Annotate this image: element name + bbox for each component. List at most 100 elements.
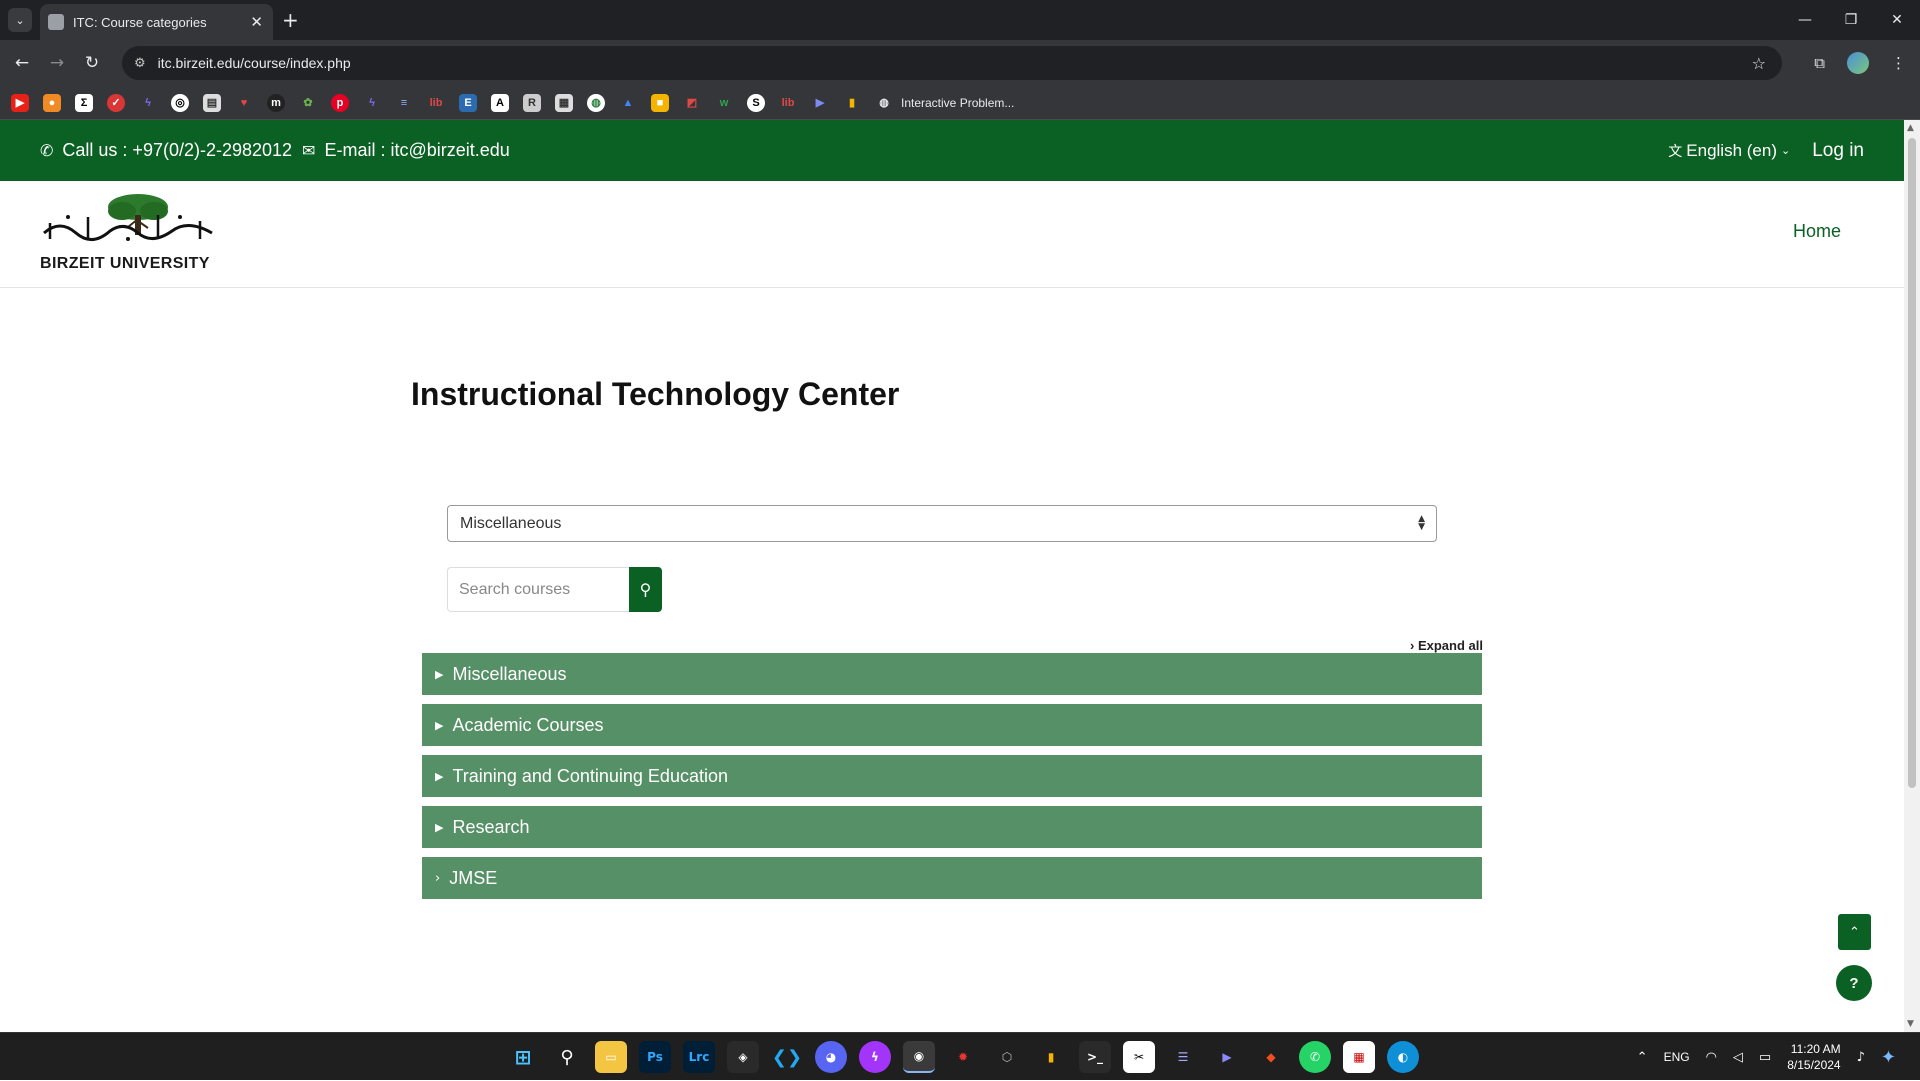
copilot-icon[interactable]: ✦ [1881,1047,1896,1068]
globe-green-bookmark-icon[interactable]: ◍ [587,93,605,112]
tab-search-dropdown-icon[interactable]: ⌄ [8,8,32,32]
wifi-icon[interactable]: ◠ [1706,1050,1717,1065]
davinci-icon[interactable]: ◈ [727,1041,759,1073]
s-bookmark-icon[interactable]: S [747,93,765,112]
language-indicator[interactable]: ENG [1664,1050,1690,1064]
extensions-icon[interactable]: ⧉ [1814,54,1825,72]
globe-bookmark-icon[interactable]: ◍ [875,93,893,112]
doc-bookmark-icon[interactable]: ▤ [203,93,221,112]
grid-bookmark-icon[interactable]: ▦ [555,93,573,112]
search-button[interactable]: ⚲ [629,567,662,612]
app-red-icon[interactable]: ▦ [1343,1041,1375,1073]
category-item[interactable]: ▶ Miscellaneous [422,653,1482,695]
profile-avatar[interactable] [1847,52,1869,74]
capcut-icon[interactable]: ✂ [1123,1041,1155,1073]
pinterest-bookmark-icon[interactable]: p [331,93,349,112]
site-info-icon[interactable]: ⚙ [134,56,146,71]
tray-chevron-up-icon[interactable]: ⌃ [1637,1050,1648,1065]
volume-icon[interactable]: ◁ [1733,1050,1743,1065]
search-taskbar-icon[interactable]: ⚲ [551,1041,583,1073]
triangle-bookmark-icon[interactable]: ▲ [619,93,637,112]
notes-icon[interactable]: ▮ [1035,1041,1067,1073]
medium-bookmark-icon[interactable]: m [267,93,285,112]
language-menu[interactable]: 文 English (en) ⌄ [1668,141,1790,161]
app-lines-icon[interactable]: ☰ [1167,1041,1199,1073]
address-bar[interactable]: ⚙ itc.birzeit.edu/course/index.php ☆ [122,46,1782,80]
play-bookmark-icon[interactable]: ▶ [811,93,829,112]
lightroom-icon[interactable]: Lrc [683,1041,715,1073]
new-tab-icon[interactable]: + [282,8,299,32]
chart-bookmark-icon[interactable]: ▮ [843,93,861,112]
openai-bookmark-icon[interactable]: ◎ [171,93,189,112]
windows-start-icon[interactable]: ⊞ [507,1041,539,1073]
app-play-icon[interactable]: ▶ [1211,1041,1243,1073]
category-item[interactable]: › JMSE [422,857,1482,899]
bolt-bookmark-icon[interactable]: ϟ [139,93,157,112]
e-bookmark-icon[interactable]: E [459,93,477,112]
file-explorer-icon[interactable]: ▭ [595,1041,627,1073]
lib2-bookmark-icon[interactable]: lib [779,93,797,112]
nav-home-link[interactable]: Home [1793,221,1841,242]
bookmark-label[interactable]: Interactive Problem... [901,96,1014,110]
scrollbar-thumb[interactable] [1908,138,1916,788]
url-text[interactable]: itc.birzeit.edu/course/index.php [158,55,351,71]
login-link[interactable]: Log in [1812,140,1864,162]
category-label: Research [452,816,530,837]
forward-icon[interactable]: → [45,51,69,75]
university-logo[interactable]: BIRZEIT UNIVERSITY [40,193,220,275]
scroll-down-icon[interactable]: ▼ [1907,1019,1914,1029]
search-courses-input[interactable]: Search courses [447,567,629,612]
help-button[interactable]: ? [1836,965,1872,1001]
battery-icon[interactable]: ▭ [1759,1050,1771,1065]
clock[interactable]: 11:20 AM 8/15/2024 [1787,1041,1840,1073]
a-bookmark-icon[interactable]: A [491,93,509,112]
fire-bookmark-icon[interactable]: ● [43,93,61,112]
vscode-icon[interactable]: ❮❯ [771,1041,803,1073]
sigma-bookmark-icon[interactable]: Σ [75,93,93,112]
messenger-icon[interactable]: ϟ [859,1041,891,1073]
close-window-icon[interactable]: ✕ [1874,0,1920,40]
expand-all-link[interactable]: › Expand all [1410,638,1483,653]
bolt2-bookmark-icon[interactable]: ϟ [363,93,381,112]
category-item[interactable]: ▶ Training and Continuing Education [422,755,1482,797]
discord-icon[interactable]: ◕ [815,1041,847,1073]
minimize-icon[interactable]: — [1782,0,1828,40]
chrome-icon[interactable]: ◉ [903,1041,935,1073]
email-item: ✉ E-mail : itc@birzeit.edu [302,140,510,161]
w-bookmark-icon[interactable]: w [715,93,733,112]
reload-icon[interactable]: ↻ [80,51,104,75]
r-bookmark-icon[interactable]: R [523,93,541,112]
browser-tab[interactable]: ITC: Course categories ✕ [40,4,273,40]
restore-icon[interactable]: ❐ [1828,0,1874,40]
red-bookmark-icon[interactable]: ◩ [683,93,701,112]
email-text[interactable]: E-mail : itc@birzeit.edu [324,140,509,161]
unity-icon[interactable]: ⬡ [991,1041,1023,1073]
category-item[interactable]: ▶ Academic Courses [422,704,1482,746]
list-bookmark-icon[interactable]: ≡ [395,93,413,112]
notification-bell-icon[interactable]: ♪ [1857,1050,1865,1065]
bookmark-star-icon[interactable]: ☆ [1752,54,1766,73]
page-scrollbar[interactable]: ▲ ▼ [1904,120,1920,1032]
heart-bookmark-icon[interactable]: ♥ [235,93,253,112]
browser-menu-icon[interactable]: ⋮ [1891,54,1906,72]
keep-bookmark-icon[interactable]: ■ [651,93,669,112]
game-app-icon[interactable]: ✹ [947,1041,979,1073]
back-icon[interactable]: ← [10,51,34,75]
terminal-icon[interactable]: >_ [1079,1041,1111,1073]
check-bookmark-icon[interactable]: ✓ [107,93,125,112]
category-select[interactable]: Miscellaneous ▲ ▼ [447,505,1437,542]
lib-bookmark-icon[interactable]: lib [427,93,445,112]
edge-icon[interactable]: ◐ [1387,1041,1419,1073]
youtube-bookmark-icon[interactable]: ▶ [11,93,29,112]
scroll-up-icon[interactable]: ▲ [1907,123,1914,133]
category-item[interactable]: ▶ Research [422,806,1482,848]
browser-tab-bar: ⌄ ITC: Course categories ✕ + — ❐ ✕ [0,0,1920,40]
photoshop-icon[interactable]: Ps [639,1041,671,1073]
leaf-bookmark-icon[interactable]: ✿ [299,93,317,112]
figma-icon[interactable]: ◆ [1255,1041,1287,1073]
whatsapp-icon[interactable]: ✆ [1299,1041,1331,1073]
category-label: Miscellaneous [452,663,567,684]
window-controls: — ❐ ✕ [1782,0,1920,40]
back-to-top-button[interactable]: ⌃ [1838,914,1871,950]
close-tab-icon[interactable]: ✕ [250,13,263,31]
